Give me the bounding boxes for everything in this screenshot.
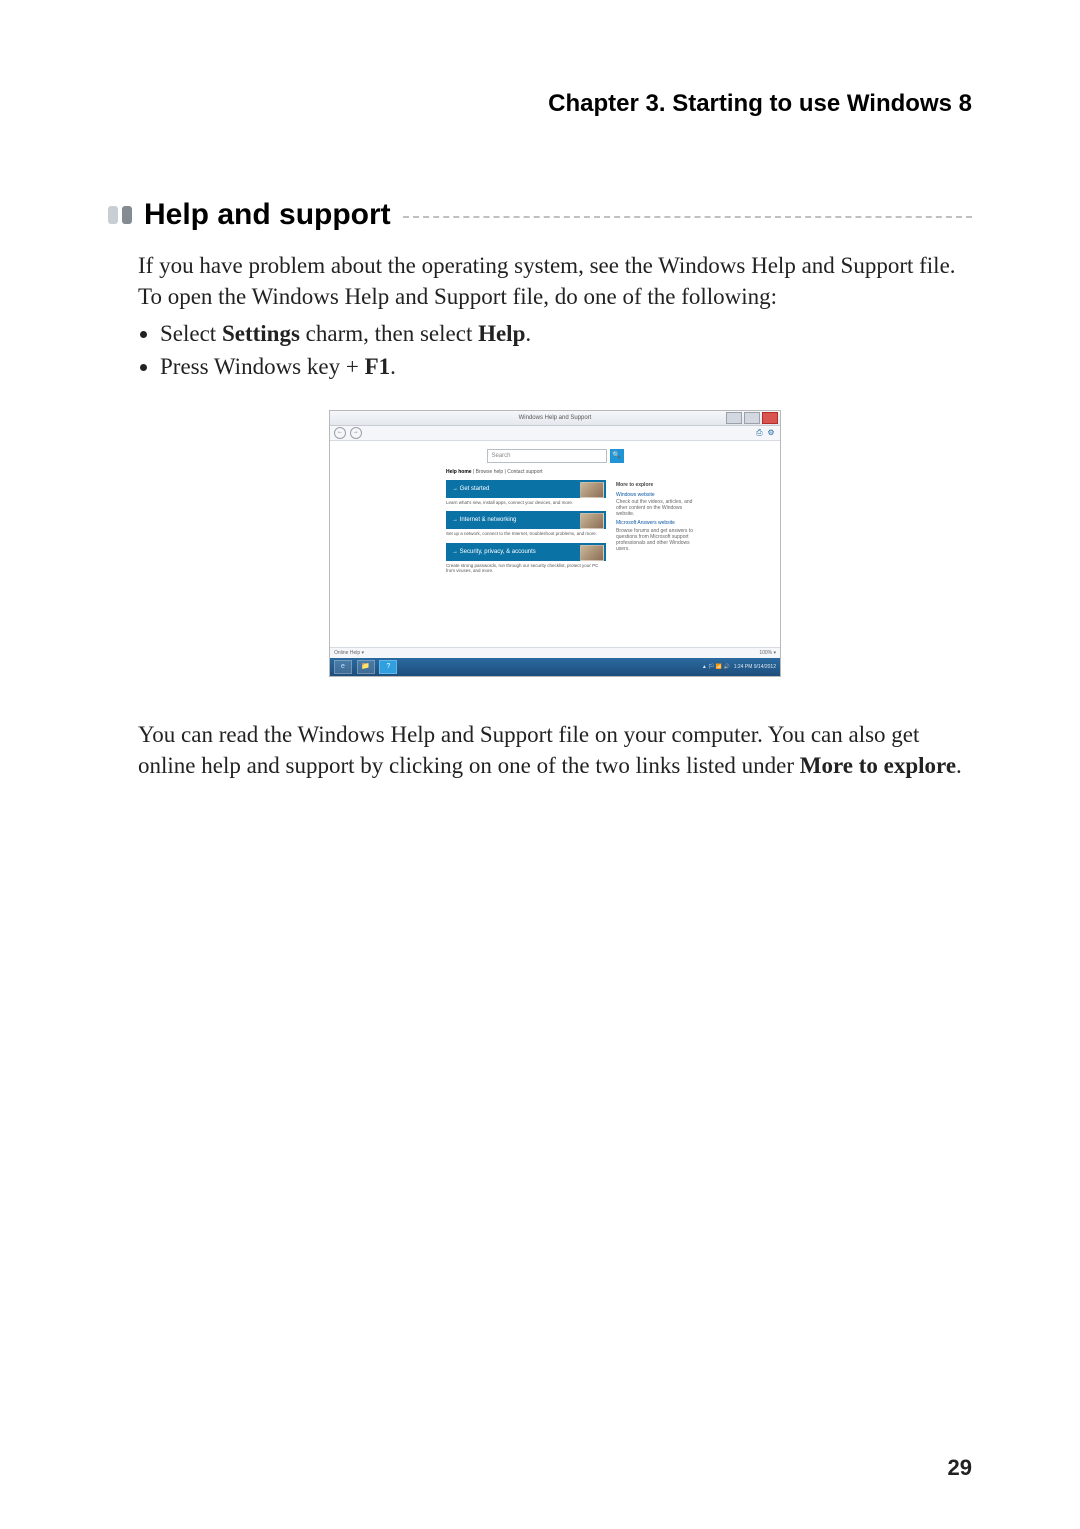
- breadcrumb-home[interactable]: Help home: [446, 469, 472, 475]
- help-window: Windows Help and Support ← → ⎙ ⚙: [329, 410, 781, 677]
- tile-title: → Security, privacy, & accounts: [452, 548, 536, 556]
- taskbar-clock[interactable]: 1:24 PM 9/14/2012: [734, 665, 776, 670]
- search-input[interactable]: Search: [487, 449, 607, 463]
- tile-thumbnail-icon: [580, 545, 604, 561]
- list-item: Press Windows key + F1.: [160, 351, 972, 382]
- page-number: 29: [948, 1455, 972, 1481]
- more-link-answers[interactable]: Microsoft Answers website: [616, 520, 696, 527]
- settings-gear-icon[interactable]: ⚙: [766, 428, 776, 438]
- print-icon[interactable]: ⎙: [754, 428, 764, 438]
- tile-internet-networking[interactable]: → Internet & networking: [446, 511, 606, 529]
- heading-bullet-icon: [108, 206, 132, 224]
- search-button[interactable]: 🔍: [610, 449, 624, 463]
- window-titlebar: Windows Help and Support: [330, 411, 780, 426]
- tray-icons[interactable]: ▲ 🏳 📶 🔊: [702, 664, 730, 671]
- tile-desc: Create strong passwords, run through our…: [446, 563, 606, 574]
- maximize-button[interactable]: [744, 412, 760, 424]
- tiles-column: → Get started Learn what's new, install …: [446, 480, 606, 574]
- more-text: Check out the videos, articles, and othe…: [616, 499, 696, 517]
- forward-button[interactable]: →: [350, 427, 362, 439]
- text: Press Windows key +: [160, 354, 365, 379]
- window-toolbar: ← → ⎙ ⚙: [330, 426, 780, 441]
- document-page: Chapter 3. Starting to use Windows 8 Hel…: [0, 0, 1080, 1529]
- body-block: If you have problem about the operating …: [138, 250, 972, 781]
- tile-title: → Internet & networking: [452, 516, 516, 524]
- text: Select: [160, 321, 222, 346]
- back-button[interactable]: ←: [334, 427, 346, 439]
- section-heading-row: Help and support: [108, 198, 972, 232]
- text: .: [956, 753, 962, 778]
- window-body: Search 🔍 Help home | Browse help | Conta…: [330, 441, 780, 647]
- more-link-windows[interactable]: Windows website: [616, 492, 696, 499]
- breadcrumb: Help home | Browse help | Contact suppor…: [446, 469, 780, 476]
- heading-rule-icon: [403, 216, 972, 218]
- chapter-title: Chapter 3. Starting to use Windows 8: [108, 90, 972, 118]
- text: .: [525, 321, 531, 346]
- text-bold: Settings: [222, 321, 300, 346]
- window-title: Windows Help and Support: [519, 414, 592, 422]
- tile-desc: Set up a network, connect to the Interne…: [446, 531, 606, 536]
- tile-title: → Get started: [452, 485, 489, 493]
- text-bold: More to explore: [800, 753, 956, 778]
- status-zoom[interactable]: 100% ▾: [759, 650, 776, 657]
- closing-paragraph: You can read the Windows Help and Suppor…: [138, 719, 972, 781]
- more-to-explore: More to explore Windows website Check ou…: [616, 480, 696, 574]
- tile-thumbnail-icon: [580, 482, 604, 498]
- intro-paragraph: If you have problem about the operating …: [138, 250, 972, 312]
- instruction-list: Select Settings charm, then select Help.…: [138, 318, 972, 382]
- taskbar-ie-icon[interactable]: e: [334, 660, 352, 674]
- more-text: Browse forums and get answers to questio…: [616, 528, 696, 552]
- text-bold: F1: [365, 354, 391, 379]
- text: charm, then select: [300, 321, 478, 346]
- close-button[interactable]: [762, 412, 778, 424]
- window-statusbar: Online Help ▾ 100% ▾: [330, 647, 780, 658]
- taskbar-explorer-icon[interactable]: 📁: [357, 660, 375, 674]
- tile-thumbnail-icon: [580, 513, 604, 529]
- text: .: [390, 354, 396, 379]
- taskbar-help-icon[interactable]: ?: [379, 660, 397, 674]
- list-item: Select Settings charm, then select Help.: [160, 318, 972, 349]
- tile-desc: Learn what's new, install apps, connect …: [446, 500, 606, 505]
- breadcrumb-rest[interactable]: | Browse help | Contact support: [472, 469, 543, 475]
- section-heading: Help and support: [144, 198, 391, 232]
- taskbar: e 📁 ? ▲ 🏳 📶 🔊 1:24 PM 9/14/2012: [330, 658, 780, 676]
- more-heading: More to explore: [616, 482, 696, 489]
- status-online-help[interactable]: Online Help ▾: [334, 650, 364, 657]
- tile-security-privacy[interactable]: → Security, privacy, & accounts: [446, 543, 606, 561]
- minimize-button[interactable]: [726, 412, 742, 424]
- screenshot-figure: Windows Help and Support ← → ⎙ ⚙: [138, 410, 972, 677]
- text-bold: Help: [478, 321, 525, 346]
- tile-get-started[interactable]: → Get started: [446, 480, 606, 498]
